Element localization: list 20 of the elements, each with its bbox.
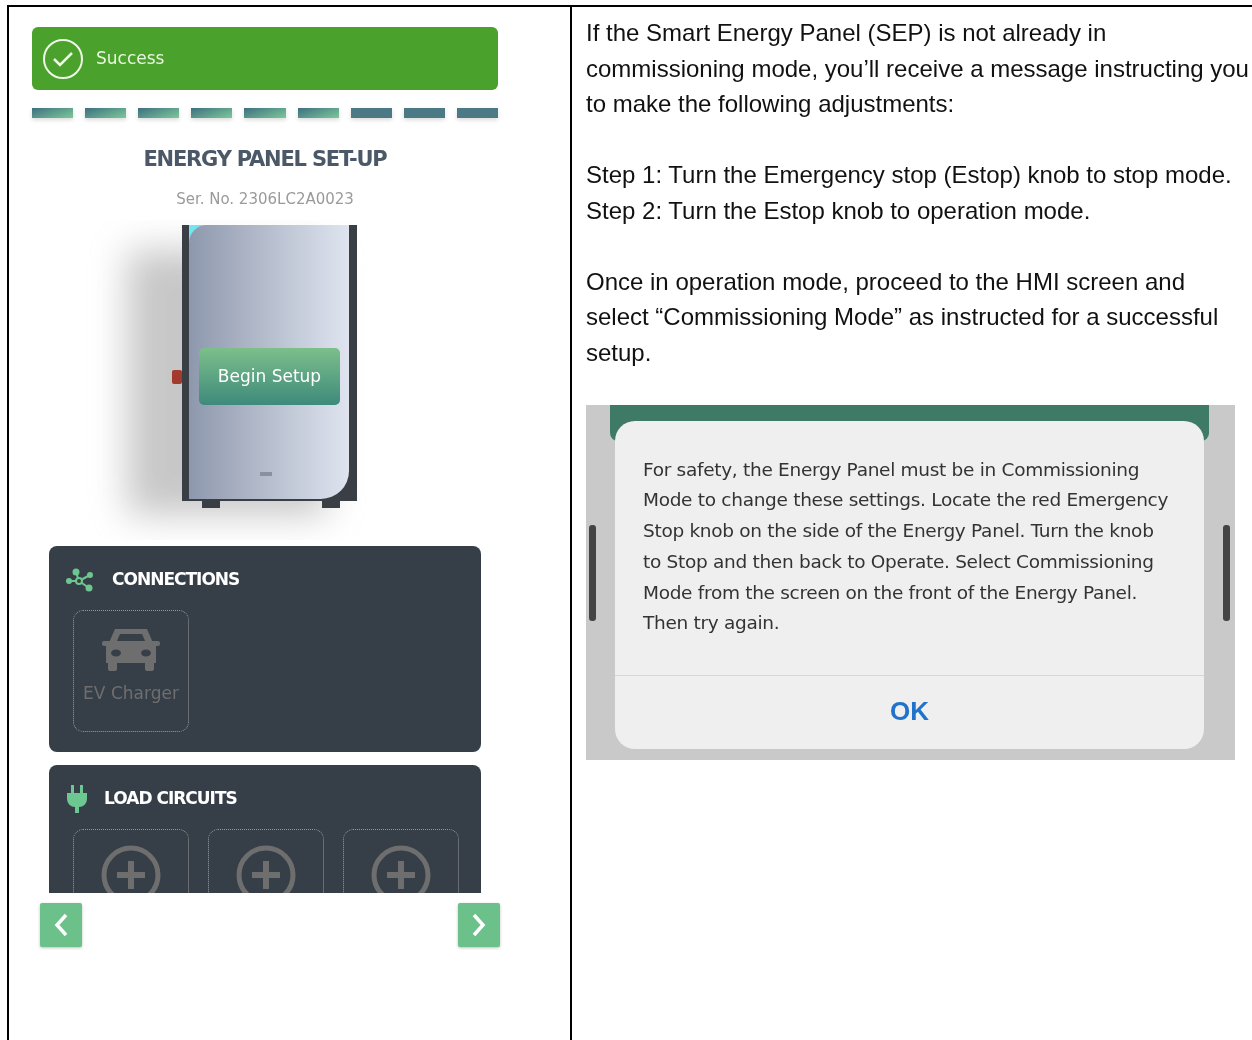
network-icon xyxy=(66,568,96,592)
instruction-text: Step 2: Turn the Estop knob to operation mode. xyxy=(586,195,1092,226)
dialog-message: For safety, the Energy Panel must be in Commissioning Mode to change these settings. Locate the red Emergency Stop knob on the side of the Energy Panel. Turn the knob to Stop and then back to Operate. Select Commissioning Mode from the screen on the front of the Energy Panel. Then try again. xyxy=(642,457,1170,636)
instruction-text: If the Smart Energy Panel (SEP) is not already in commissioning mode, you’ll receive a message instructing you to make the following adjustments: xyxy=(586,18,1250,119)
chevron-left-icon xyxy=(54,913,68,937)
instruction-text: Once in operation mode, proceed to the HMI screen and select “Commissioning Mode” as instructed for a successful setup. xyxy=(586,266,1220,368)
check-circle-icon xyxy=(42,37,84,80)
toast-text: Success xyxy=(96,46,165,70)
page-title: ENERGY PANEL SET-UP xyxy=(142,146,388,173)
tile-label: EV Charger xyxy=(83,682,179,705)
begin-setup-button[interactable]: Begin Setup xyxy=(199,348,340,405)
instruction-text: Step 1: Turn the Emergency stop (Estop) knob to stop mode. xyxy=(586,160,1233,190)
section-title: CONNECTIONS xyxy=(112,568,240,592)
serial-number: Ser. No. 2306LC2A0023 xyxy=(175,188,355,210)
section-title: LOAD CIRCUITS xyxy=(104,787,237,811)
next-button[interactable] xyxy=(458,903,500,947)
back-button[interactable] xyxy=(40,903,82,947)
ok-button[interactable]: OK xyxy=(615,674,1204,749)
plug-icon xyxy=(66,785,88,813)
chevron-right-icon xyxy=(472,913,486,937)
